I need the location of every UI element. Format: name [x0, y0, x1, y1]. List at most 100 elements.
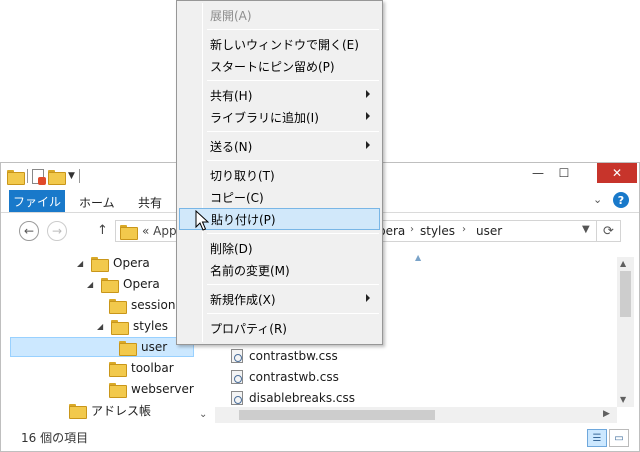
breadcrumb-chevron-icon[interactable]: › — [462, 224, 466, 235]
expand-arrow-icon[interactable]: ◢ — [77, 259, 85, 268]
css-file-icon — [231, 370, 243, 384]
menu-separator — [207, 80, 379, 81]
sort-indicator-icon: ▲ — [415, 253, 422, 262]
up-button[interactable]: ↑ — [97, 223, 108, 238]
tree-item-opera[interactable]: ◢ Opera — [77, 253, 150, 273]
tree-item-webserver[interactable]: webserver — [109, 379, 194, 399]
scroll-right-icon[interactable]: ▶ — [603, 409, 610, 419]
menu-item-open-new-window[interactable]: 新しいウィンドウで開く(E) — [179, 33, 380, 55]
breadcrumb-user[interactable]: user — [476, 224, 502, 238]
new-folder-icon[interactable] — [48, 169, 66, 185]
submenu-arrow-icon — [366, 90, 370, 98]
scroll-down-icon[interactable]: ⌄ — [199, 409, 207, 420]
folder-icon — [111, 319, 129, 335]
scroll-up-icon[interactable]: ▲ — [620, 259, 626, 268]
qat-separator — [27, 169, 28, 183]
menu-item-add-to-library[interactable]: ライブラリに追加(I) — [179, 106, 380, 128]
folder-icon — [91, 256, 109, 272]
folder-icon — [109, 361, 127, 377]
tab-home[interactable]: ホーム — [79, 194, 115, 211]
minimize-button[interactable]: — — [525, 163, 551, 183]
item-count: 16 個の項目 — [21, 431, 89, 445]
menu-item-share[interactable]: 共有(H) — [179, 84, 380, 106]
tab-file[interactable]: ファイル — [9, 190, 65, 212]
css-file-icon — [231, 349, 243, 363]
menu-separator — [207, 284, 379, 285]
menu-item-label: ライブラリに追加(I) — [210, 110, 319, 125]
tree-item-label: toolbar — [131, 361, 174, 375]
tree-item-label: アドレス帳 — [91, 403, 152, 418]
horizontal-scrollbar[interactable]: ▶ — [215, 407, 617, 423]
tree-item-label: user — [141, 340, 168, 354]
close-button[interactable]: ✕ — [597, 163, 637, 183]
breadcrumb-chevron-icon[interactable]: › — [410, 224, 414, 235]
submenu-arrow-icon — [366, 112, 370, 120]
forward-button[interactable]: → — [47, 221, 67, 241]
scrollbar-thumb[interactable] — [620, 271, 631, 317]
file-name: contrastwb.css — [249, 370, 339, 384]
expand-arrow-icon[interactable]: ◢ — [97, 322, 105, 331]
menu-separator — [207, 313, 379, 314]
help-icon[interactable]: ? — [613, 192, 629, 208]
list-item[interactable]: contrastbw.css — [231, 346, 338, 366]
ribbon-collapse-icon[interactable]: ⌄ — [593, 193, 602, 206]
folder-icon — [119, 340, 137, 356]
folder-icon — [7, 169, 25, 185]
list-item[interactable]: contrastwb.css — [231, 367, 339, 387]
back-button[interactable]: ← — [19, 221, 39, 241]
menu-item-paste[interactable]: 貼り付け(P) — [179, 208, 380, 230]
menu-item-label: 送る(N) — [210, 139, 253, 154]
menu-item-send-to[interactable]: 送る(N) — [179, 135, 380, 157]
expand-arrow-icon[interactable]: ◢ — [87, 280, 95, 289]
properties-icon[interactable] — [32, 168, 46, 185]
scrollbar-thumb[interactable] — [239, 410, 435, 420]
menu-item-cut[interactable]: 切り取り(T) — [179, 164, 380, 186]
css-file-icon — [231, 391, 243, 405]
vertical-scrollbar[interactable]: ▲ ▼ — [617, 257, 634, 407]
scroll-down-icon[interactable]: ▼ — [620, 395, 626, 404]
tree-item-label: webserver — [131, 382, 194, 396]
address-dropdown-icon[interactable]: ▼ — [582, 224, 590, 235]
menu-separator — [207, 131, 379, 132]
menu-item-pin-to-start[interactable]: スタートにピン留め(P) — [179, 55, 380, 77]
menu-separator — [207, 160, 379, 161]
context-menu: 展開(A) 新しいウィンドウで開く(E) スタートにピン留め(P) 共有(H) … — [176, 0, 383, 345]
tab-share[interactable]: 共有 — [138, 194, 162, 211]
tree-item-label: Opera — [113, 256, 150, 270]
quick-access-toolbar: ▼ — [7, 167, 80, 185]
folder-icon — [109, 382, 127, 398]
tree-item-opera-sub[interactable]: ◢ Opera — [87, 274, 160, 294]
menu-item-copy[interactable]: コピー(C) — [179, 186, 380, 208]
menu-item-rename[interactable]: 名前の変更(M) — [179, 259, 380, 281]
refresh-button[interactable]: ⟳ — [597, 220, 621, 242]
menu-separator — [207, 29, 379, 30]
menu-item-new[interactable]: 新規作成(X) — [179, 288, 380, 310]
address-book-icon — [69, 403, 87, 419]
tree-item-sessions[interactable]: sessions — [109, 295, 182, 315]
folder-icon — [109, 298, 127, 314]
tree-item-toolbar[interactable]: toolbar — [109, 358, 174, 378]
menu-item-delete[interactable]: 削除(D) — [179, 237, 380, 259]
file-name: disablebreaks.css — [249, 391, 356, 405]
large-icons-view-button[interactable]: ▭ — [609, 429, 629, 447]
submenu-arrow-icon — [366, 141, 370, 149]
tree-item-label: styles — [133, 319, 169, 333]
tree-item-styles[interactable]: ◢ styles — [97, 316, 168, 336]
tree-item-user[interactable]: user — [10, 337, 194, 357]
list-item[interactable]: disablebreaks.css — [231, 388, 355, 408]
tree-item-address-book[interactable]: アドレス帳 — [69, 400, 151, 420]
menu-item-expand[interactable]: 展開(A) — [179, 4, 380, 26]
breadcrumb-styles[interactable]: styles — [420, 224, 455, 238]
tree-item-label: sessions — [131, 298, 182, 312]
maximize-button[interactable]: ☐ — [551, 163, 577, 183]
tree-item-label: Opera — [123, 277, 160, 291]
qat-dropdown-icon[interactable]: ▼ — [68, 171, 75, 181]
qat-separator — [78, 169, 80, 183]
address-overflow[interactable]: « App — [142, 224, 177, 238]
status-bar: 16 個の項目 ☰ ▭ — [1, 425, 639, 451]
mouse-pointer-icon — [195, 210, 209, 231]
menu-item-label: 共有(H) — [210, 88, 253, 103]
details-view-button[interactable]: ☰ — [587, 429, 607, 447]
menu-item-label: 新規作成(X) — [210, 292, 276, 307]
menu-item-properties[interactable]: プロパティ(R) — [179, 317, 380, 339]
